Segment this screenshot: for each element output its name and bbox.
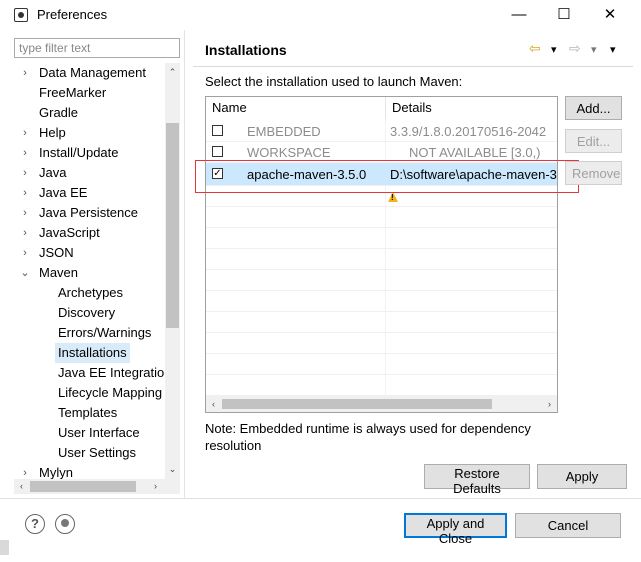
row-checkbox[interactable] bbox=[212, 125, 223, 136]
table-row-empty[interactable] bbox=[206, 291, 557, 312]
tree-item-label: JavaScript bbox=[39, 225, 100, 240]
tree-collapsed-arrow-icon[interactable]: › bbox=[20, 143, 30, 163]
tree-collapsed-arrow-icon[interactable]: › bbox=[20, 223, 30, 243]
apply-button[interactable]: Apply bbox=[537, 464, 627, 489]
tree-item-label: Mylyn bbox=[39, 465, 73, 479]
table-row-empty[interactable] bbox=[206, 333, 557, 354]
table-scroll-right-arrow-icon[interactable]: › bbox=[542, 397, 557, 412]
tree-item-label: User Settings bbox=[58, 445, 137, 460]
preference-tree: › Data Management FreeMarker Gradle › Help › In… bbox=[14, 63, 164, 479]
table-row-empty[interactable] bbox=[206, 375, 557, 396]
tree-item-label: Java EE bbox=[39, 185, 88, 200]
tree-collapsed-arrow-icon[interactable]: › bbox=[20, 123, 30, 143]
tree-item-label: Lifecycle Mapping bbox=[58, 385, 163, 400]
tree-item-label: Help bbox=[39, 125, 66, 140]
apply-and-close-button[interactable]: Apply and Close bbox=[404, 513, 507, 546]
tree-collapsed-arrow-icon[interactable]: › bbox=[20, 243, 30, 263]
tree-item-label: Java EE Integration bbox=[58, 365, 164, 380]
header-separator bbox=[193, 66, 633, 67]
tree-item-label: Java Persistence bbox=[39, 205, 138, 220]
table-row-empty[interactable] bbox=[206, 312, 557, 333]
row-details: D:\software\apache-maven-3.5.0 bbox=[390, 167, 557, 182]
scroll-up-arrow-icon[interactable]: ⌃ bbox=[165, 65, 180, 80]
background-window-edge bbox=[0, 540, 9, 555]
tree-item-label: Templates bbox=[58, 405, 118, 420]
tree-item-label: Data Management bbox=[39, 65, 146, 80]
tree-item-label: Gradle bbox=[39, 105, 79, 120]
table-row-empty[interactable] bbox=[206, 186, 557, 207]
table-scroll-left-arrow-icon[interactable]: ‹ bbox=[206, 397, 221, 412]
table-horizontal-scroll-thumb[interactable] bbox=[222, 399, 492, 409]
tree-item-label: FreeMarker bbox=[39, 85, 107, 100]
table-row-empty[interactable] bbox=[206, 270, 557, 291]
tree-item-label: Installations bbox=[55, 343, 130, 363]
back-dropdown-icon[interactable]: ▾ bbox=[551, 43, 557, 56]
close-button[interactable]: ✕ bbox=[588, 4, 632, 26]
help-icon[interactable]: ? bbox=[25, 514, 45, 534]
tree-item-label: Maven bbox=[39, 265, 79, 280]
column-header-details[interactable]: Details bbox=[386, 97, 557, 119]
tree-item-label: Discovery bbox=[58, 305, 116, 320]
scroll-right-arrow-icon[interactable]: › bbox=[148, 479, 163, 494]
add-button[interactable]: Add... bbox=[565, 96, 622, 120]
forward-arrow-icon[interactable]: ⇨ bbox=[569, 40, 581, 57]
tree-item-label: JSON bbox=[39, 245, 74, 260]
maximize-button[interactable]: ☐ bbox=[542, 4, 586, 26]
scroll-left-arrow-icon[interactable]: ‹ bbox=[14, 479, 29, 494]
tree-vertical-scroll-thumb[interactable] bbox=[166, 123, 179, 328]
tree-collapsed-arrow-icon[interactable]: › bbox=[20, 163, 30, 183]
table-row[interactable]: EMBEDDED 3.3.9/1.8.0.20170516-2042 bbox=[206, 121, 557, 142]
import-export-icon-dot bbox=[61, 519, 69, 527]
table-row-selected[interactable]: ✓ apache-maven-3.5.0 D:\software\apache-… bbox=[206, 163, 557, 186]
table-row-empty[interactable] bbox=[206, 354, 557, 375]
row-details: NOT AVAILABLE [3.0,) bbox=[409, 145, 541, 160]
tree-collapsed-arrow-icon[interactable]: › bbox=[20, 63, 30, 83]
table-row-empty[interactable] bbox=[206, 228, 557, 249]
row-name: apache-maven-3.5.0 bbox=[247, 167, 367, 182]
scroll-down-arrow-icon[interactable]: ⌄ bbox=[165, 462, 180, 477]
view-menu-icon[interactable]: ▾ bbox=[610, 43, 616, 56]
tree-item-label: Install/Update bbox=[39, 145, 119, 160]
tree-item-label: Errors/Warnings bbox=[58, 325, 152, 340]
tree-item-label: Archetypes bbox=[58, 285, 124, 300]
import-export-icon[interactable] bbox=[55, 514, 75, 534]
tree-horizontal-scroll-thumb[interactable] bbox=[30, 481, 136, 492]
eclipse-app-icon bbox=[14, 8, 28, 22]
tree-item-label: User Interface bbox=[58, 425, 140, 440]
embedded-runtime-note: Note: Embedded runtime is always used fo… bbox=[205, 421, 531, 453]
row-details: 3.3.9/1.8.0.20170516-2042 bbox=[390, 124, 547, 139]
filter-input[interactable] bbox=[14, 38, 180, 58]
tree-collapsed-arrow-icon[interactable]: › bbox=[20, 203, 30, 223]
edit-button[interactable]: Edit... bbox=[565, 129, 622, 153]
row-name: WORKSPACE bbox=[247, 145, 331, 160]
tree-expanded-arrow-icon[interactable]: ⌄ bbox=[20, 263, 30, 283]
row-checkbox-checked[interactable]: ✓ bbox=[212, 168, 223, 179]
panel-sash[interactable] bbox=[184, 30, 185, 498]
page-title: Installations bbox=[205, 42, 287, 58]
forward-dropdown-icon[interactable]: ▾ bbox=[591, 43, 597, 56]
tree-item-label: Java bbox=[39, 165, 67, 180]
instruction-label: Select the installation used to launch M… bbox=[205, 74, 463, 89]
tree-collapsed-arrow-icon[interactable]: › bbox=[20, 463, 30, 479]
back-arrow-icon[interactable]: ⇦ bbox=[529, 40, 541, 57]
table-row[interactable]: WORKSPACE ! NOT AVAILABLE [3.0,) bbox=[206, 142, 557, 202]
table-row-empty[interactable] bbox=[206, 249, 557, 270]
window-title: Preferences bbox=[37, 7, 108, 22]
installations-table[interactable]: Name Details EMBEDDED 3.3.9/1.8.0.201705… bbox=[205, 96, 558, 413]
table-row-empty[interactable] bbox=[206, 207, 557, 228]
footer-separator bbox=[0, 498, 641, 499]
row-checkbox[interactable] bbox=[212, 146, 223, 157]
cancel-button[interactable]: Cancel bbox=[515, 513, 621, 538]
remove-button[interactable]: Remove bbox=[565, 161, 622, 185]
restore-defaults-button[interactable]: Restore Defaults bbox=[424, 464, 530, 496]
column-header-name[interactable]: Name bbox=[206, 97, 385, 119]
minimize-button[interactable]: — bbox=[497, 4, 541, 26]
row-name: EMBEDDED bbox=[247, 124, 321, 139]
tree-collapsed-arrow-icon[interactable]: › bbox=[20, 183, 30, 203]
